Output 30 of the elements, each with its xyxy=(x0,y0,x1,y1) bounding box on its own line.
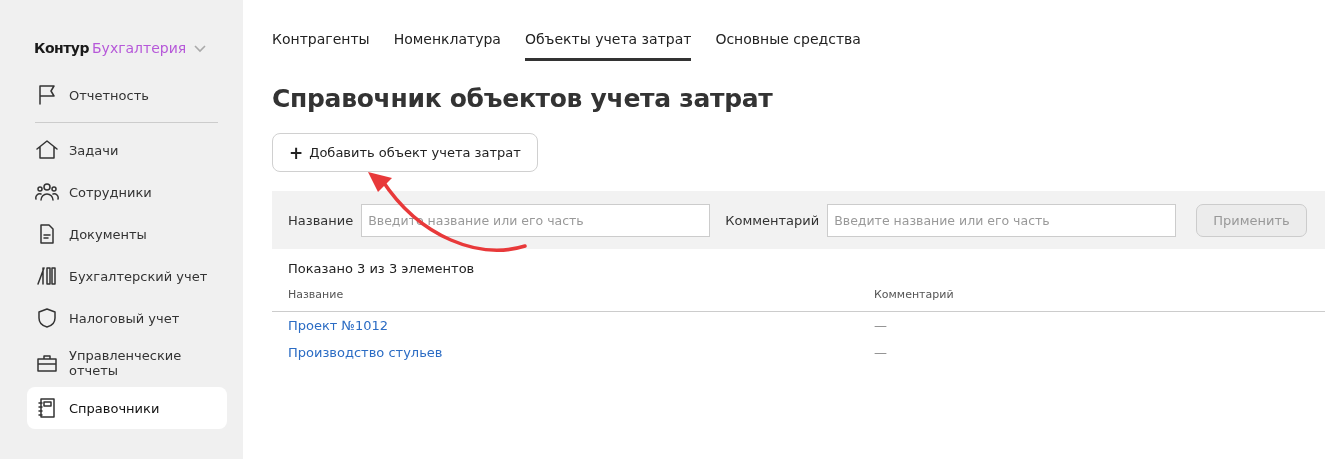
sidebar-item[interactable]: Отчетность xyxy=(27,74,227,116)
tab[interactable]: Номенклатура xyxy=(393,31,501,61)
column-header: Название xyxy=(288,288,345,301)
tab[interactable]: Контрагенты xyxy=(272,31,370,61)
sidebar-item[interactable]: Документы xyxy=(27,213,227,255)
sidebar-item[interactable]: Бухгалтерский учет xyxy=(27,255,227,297)
page-title: Справочник объектов учета затрат xyxy=(272,84,774,113)
field-label: Название xyxy=(288,212,354,228)
books-icon xyxy=(35,264,59,288)
input-field[interactable]: Введите название или его часть xyxy=(827,203,1177,237)
brand-logo: Контур xyxy=(34,40,89,56)
people-icon xyxy=(35,180,59,204)
shield-icon xyxy=(35,306,59,330)
sidebar-item[interactable]: Управленческие отчеты xyxy=(27,339,227,387)
house-icon xyxy=(35,138,59,162)
row-link[interactable]: Проект №1012 xyxy=(288,318,389,333)
table-cell: — xyxy=(874,345,887,360)
row-link[interactable]: Производство стульев xyxy=(288,345,443,360)
tab[interactable]: Объекты учета затрат xyxy=(524,31,692,61)
column-header: Комментарий xyxy=(874,288,954,301)
sidebar-item[interactable]: Справочники xyxy=(27,387,227,429)
add-button[interactable]: + Добавить объект учета затрат xyxy=(272,133,538,172)
table-cell: — xyxy=(874,318,887,333)
product-name: Бухгалтерия xyxy=(92,40,187,56)
sidebar-item[interactable]: Задачи xyxy=(27,129,227,171)
tab[interactable]: Основные средства xyxy=(715,31,861,61)
sidebar-item[interactable]: Сотрудники xyxy=(27,171,227,213)
count-text: Показано 3 из 3 элементов xyxy=(288,261,476,276)
sidebar-item[interactable]: Налоговый учет xyxy=(27,297,227,339)
field-label: Комментарий xyxy=(725,212,820,228)
